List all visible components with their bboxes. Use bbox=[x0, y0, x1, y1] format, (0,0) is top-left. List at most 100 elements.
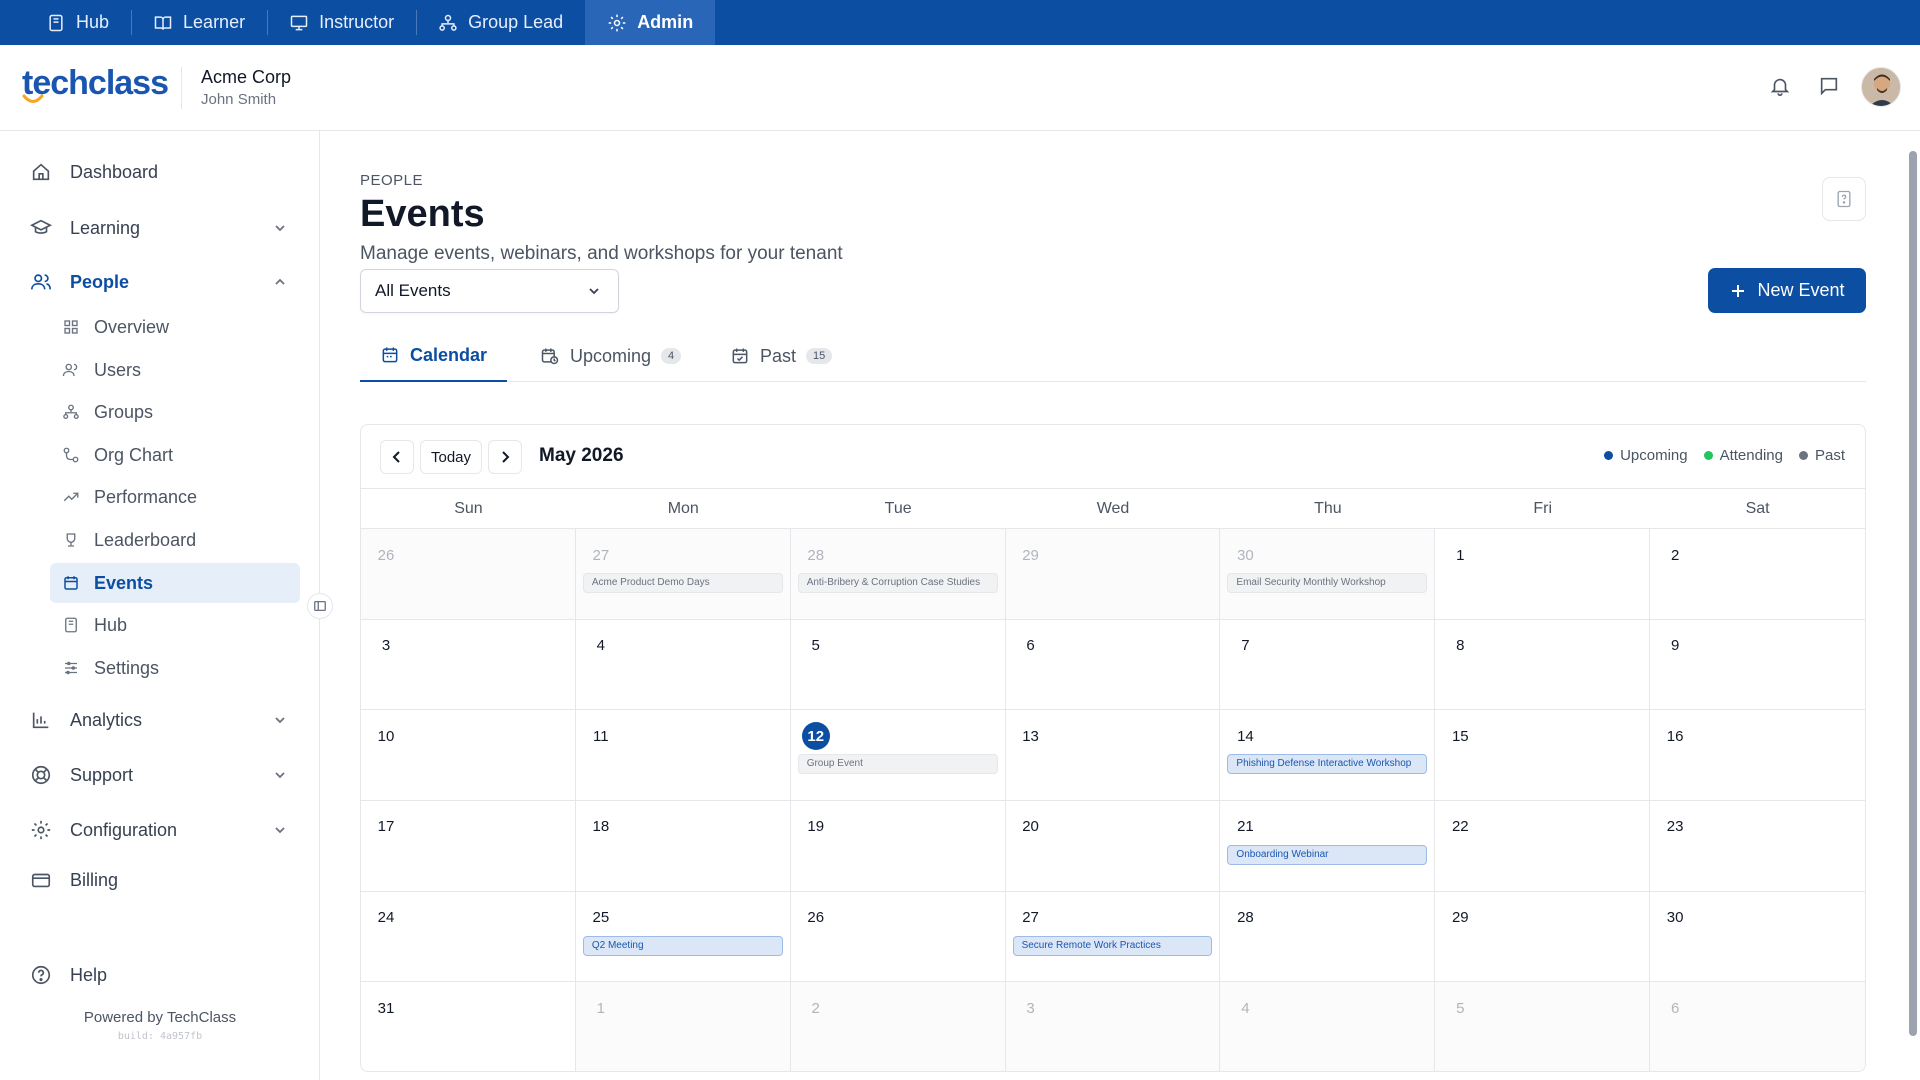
calendar-event-chip[interactable]: Acme Product Demo Days bbox=[582, 573, 783, 593]
sidebar-item-settings[interactable]: Settings bbox=[50, 648, 300, 688]
calendar-day[interactable]: 14 Phishing Defense Interactive Workshop bbox=[1220, 710, 1436, 801]
legend-upcoming: Upcoming bbox=[1604, 447, 1688, 464]
new-event-button[interactable]: New Event bbox=[1708, 268, 1866, 313]
calendar-day-today[interactable]: 12 Group Event bbox=[790, 710, 1006, 801]
plus-icon bbox=[1729, 282, 1747, 300]
calendar-day[interactable]: 10 bbox=[361, 710, 576, 801]
calendar-day[interactable]: 24 bbox=[361, 891, 576, 983]
calendar-event-chip[interactable]: Secure Remote Work Practices bbox=[1012, 935, 1213, 956]
calendar-day[interactable]: 26 bbox=[790, 891, 1006, 983]
sidebar-item-people[interactable]: People bbox=[30, 262, 288, 302]
calendar-day[interactable]: 21 Onboarding Webinar bbox=[1220, 800, 1436, 892]
calendar-day[interactable]: 30 Email Security Monthly Workshop bbox=[1220, 529, 1436, 620]
calendar-day[interactable]: 15 bbox=[1435, 710, 1651, 801]
message-icon[interactable] bbox=[1818, 75, 1842, 99]
sidebar-item-help[interactable]: Help bbox=[30, 955, 288, 995]
calendar-day[interactable]: 26 bbox=[361, 529, 576, 620]
sidebar-item-org-chart[interactable]: Org Chart bbox=[50, 435, 300, 475]
sidebar-item-billing[interactable]: Billing bbox=[30, 860, 288, 900]
calendar-day[interactable]: 30 bbox=[1650, 892, 1865, 983]
calendar-day[interactable]: 9 bbox=[1650, 620, 1865, 711]
sidebar-item-hub[interactable]: Hub bbox=[50, 605, 300, 645]
calendar-day[interactable]: 16 bbox=[1650, 710, 1865, 801]
calendar-event-chip[interactable]: Phishing Defense Interactive Workshop bbox=[1227, 754, 1428, 775]
sidebar-item-performance[interactable]: Performance bbox=[50, 477, 300, 517]
calendar-day[interactable]: 5 bbox=[1435, 982, 1651, 1071]
calendar-day[interactable]: 1 bbox=[575, 982, 791, 1071]
calendar-day[interactable]: 29 bbox=[1435, 891, 1651, 983]
calendar-event-chip[interactable]: Group Event bbox=[797, 754, 998, 775]
role-hub[interactable]: Hub bbox=[24, 0, 131, 45]
day-number: 31 bbox=[377, 999, 395, 1017]
calendar-day[interactable]: 22 bbox=[1435, 800, 1651, 892]
page-help-button[interactable] bbox=[1822, 177, 1866, 221]
bell-icon[interactable] bbox=[1769, 75, 1793, 99]
calendar-day[interactable]: 6 bbox=[1005, 619, 1221, 711]
calendar-day[interactable]: 6 bbox=[1650, 982, 1865, 1071]
collapse-sidebar-button[interactable] bbox=[307, 593, 333, 619]
calendar-day[interactable]: 18 bbox=[575, 800, 791, 892]
calendar-day[interactable]: 19 bbox=[790, 800, 1006, 892]
role-group-lead[interactable]: Group Lead bbox=[416, 0, 585, 45]
calendar-day[interactable]: 3 bbox=[361, 619, 576, 711]
calendar-day[interactable]: 28 bbox=[1220, 891, 1436, 983]
sidebar-item-groups[interactable]: Groups bbox=[50, 392, 300, 432]
next-month-button[interactable] bbox=[488, 440, 522, 474]
calendar-day[interactable]: 27 Secure Remote Work Practices bbox=[1005, 891, 1221, 983]
calendar-day[interactable]: 4 bbox=[1220, 982, 1436, 1071]
sidebar-item-users[interactable]: Users bbox=[50, 350, 300, 390]
role-admin[interactable]: Admin bbox=[585, 0, 716, 45]
page-scrollbar[interactable] bbox=[1906, 131, 1920, 1080]
day-number: 22 bbox=[1451, 818, 1469, 836]
event-filter-select[interactable]: All Events bbox=[360, 269, 619, 313]
calendar-day[interactable]: 1 bbox=[1435, 529, 1651, 620]
sidebar-item-configuration[interactable]: Configuration bbox=[30, 810, 288, 850]
day-number: 1 bbox=[1456, 546, 1465, 564]
tab-upcoming[interactable]: Upcoming 4 bbox=[520, 330, 701, 382]
calendar-day[interactable]: 20 bbox=[1005, 800, 1221, 892]
sidebar-item-learning[interactable]: Learning bbox=[30, 208, 288, 248]
calendar-day[interactable]: 31 bbox=[361, 982, 576, 1071]
sidebar-item-label: Help bbox=[70, 964, 108, 985]
role-instructor[interactable]: Instructor bbox=[267, 0, 416, 45]
sidebar-item-label: People bbox=[70, 271, 130, 292]
tab-calendar[interactable]: Calendar bbox=[360, 330, 508, 382]
weekday-header: Sun Mon Tue Wed Thu Fri Sat bbox=[361, 489, 1865, 529]
calendar-event-chip[interactable]: Email Security Monthly Workshop bbox=[1227, 573, 1428, 593]
calendar-day[interactable]: 13 bbox=[1005, 710, 1221, 801]
calendar-day[interactable]: 28 Anti-Bribery & Corruption Case Studies bbox=[790, 529, 1006, 620]
calendar-day[interactable]: 3 bbox=[1005, 982, 1221, 1071]
org-icon bbox=[62, 403, 80, 421]
tab-past[interactable]: Past 15 bbox=[710, 330, 852, 382]
sidebar-item-analytics[interactable]: Analytics bbox=[30, 700, 288, 740]
previous-month-button[interactable] bbox=[380, 440, 414, 474]
calendar-day[interactable]: 7 bbox=[1220, 619, 1436, 711]
calendar-event-chip[interactable]: Anti-Bribery & Corruption Case Studies bbox=[797, 573, 998, 593]
calendar-day[interactable]: 2 bbox=[790, 982, 1006, 1071]
avatar[interactable] bbox=[1861, 67, 1901, 107]
techclass-logo[interactable]: techclass bbox=[22, 63, 169, 109]
calendar-day[interactable]: 29 bbox=[1005, 529, 1221, 620]
new-event-label: New Event bbox=[1757, 280, 1845, 300]
sidebar-item-leaderboard[interactable]: Leaderboard bbox=[50, 520, 300, 560]
today-button[interactable]: Today bbox=[420, 440, 482, 474]
sidebar-item-support[interactable]: Support bbox=[30, 755, 288, 795]
graduation-cap-icon bbox=[30, 217, 52, 239]
calendar-event-chip[interactable]: Q2 Meeting bbox=[582, 935, 783, 956]
role-learner[interactable]: Learner bbox=[131, 0, 267, 45]
sidebar-item-dashboard[interactable]: Dashboard bbox=[30, 152, 288, 192]
calendar-day[interactable]: 17 bbox=[361, 800, 576, 892]
scrollbar-thumb[interactable] bbox=[1909, 151, 1917, 1036]
sidebar-item-overview[interactable]: Overview bbox=[50, 307, 300, 347]
calendar-day[interactable]: 27 Acme Product Demo Days bbox=[575, 529, 791, 620]
calendar-day[interactable]: 2 bbox=[1650, 529, 1865, 620]
calendar-day[interactable]: 11 bbox=[575, 710, 791, 801]
calendar-event-chip[interactable]: Onboarding Webinar bbox=[1227, 844, 1428, 865]
calendar-day[interactable]: 5 bbox=[790, 619, 1006, 711]
sidebar-item-events[interactable]: Events bbox=[50, 563, 300, 603]
calendar-day[interactable]: 8 bbox=[1435, 619, 1651, 711]
calendar-day[interactable]: 25 Q2 Meeting bbox=[575, 891, 791, 983]
sidebar-item-label: Settings bbox=[94, 657, 160, 678]
calendar-day[interactable]: 4 bbox=[575, 619, 791, 711]
calendar-day[interactable]: 23 bbox=[1650, 801, 1865, 892]
